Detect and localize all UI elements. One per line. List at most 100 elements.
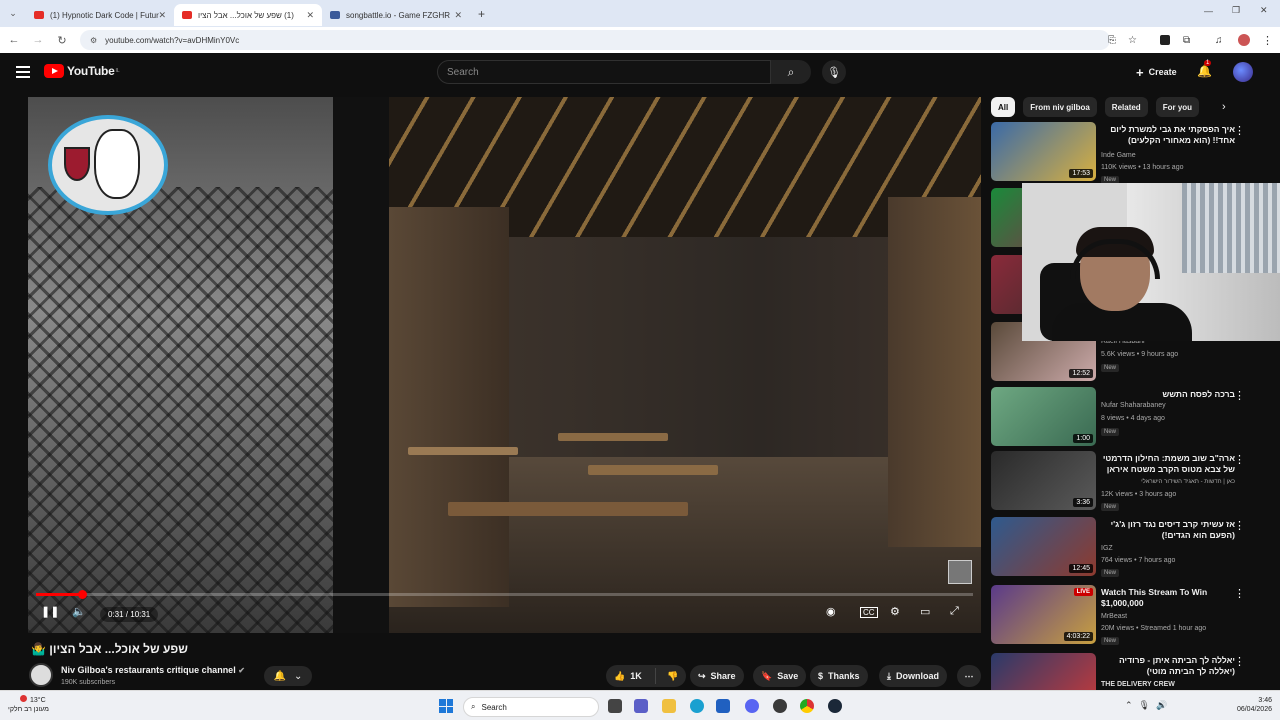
fullscreen-icon[interactable]: ⤢ [950,605,959,618]
account-avatar[interactable] [1233,62,1253,82]
recommendation-title[interactable]: ברכה לפסח התשש [1101,389,1235,400]
more-vertical-icon[interactable]: ⋮ [1234,519,1245,532]
recommendation-channel[interactable]: כאן | חדשות - תאגיד השידור הישראלי [1101,479,1235,485]
close-tab-icon[interactable]: ✕ [454,10,462,21]
chip-all[interactable]: All [991,97,1016,117]
search-button[interactable]: ⌕ [771,60,811,84]
reload-icon[interactable]: ↻ [50,34,74,47]
recommendation-title[interactable]: איך הפסקתי את גבי למשרת ליום אחד!! (הוא … [1101,124,1235,146]
browser-menu-icon[interactable]: ⋮ [1262,34,1273,47]
share-button[interactable]: ↪ Share [690,665,744,687]
video-thumbnail[interactable]: 17:53 [991,122,1096,181]
taskbar-clock[interactable]: 3:46 06/04/2026 [1228,696,1272,714]
more-actions-button[interactable]: ⋯ [957,665,981,687]
recommendation-channel[interactable]: Inde Game [1101,152,1136,159]
extension-icon[interactable] [1160,35,1170,45]
system-tray-icons[interactable]: ⌃🎙🔊 [1125,700,1173,711]
app-icon[interactable] [773,699,787,713]
windows-start-icon[interactable] [439,699,453,713]
chrome-icon[interactable] [800,699,814,713]
chevron-right-icon[interactable]: › [1222,101,1226,113]
recommendation-title[interactable]: Watch This Stream To Win $1,000,000 [1101,587,1235,609]
recommendation-title[interactable]: יאללה לך הביתה איתן - פרודיה (יאללה לך ה… [1101,655,1235,677]
back-icon[interactable]: ← [2,34,26,46]
store-icon[interactable] [716,699,730,713]
search-input[interactable]: Search [437,60,771,84]
thanks-button[interactable]: $ Thanks [810,665,868,687]
browser-tab-active[interactable]: (1) שפע של אוכל... אבל הציו ✕ [174,4,322,26]
install-icon[interactable]: ⎘ [1108,35,1116,46]
recommendation-item[interactable]: יאללה לך הביתה איתן - פרודיה (יאללה לך ה… [991,653,1280,690]
more-vertical-icon[interactable]: ⋮ [1234,389,1245,402]
browser-tab[interactable]: (1) Hypnotic Dark Code | Futur ✕ [26,4,174,26]
subscribed-notifications-button[interactable]: 🔔 ⌄ [264,666,312,686]
recommendation-channel[interactable]: IGZ [1101,545,1113,552]
profile-avatar-icon[interactable] [1238,34,1250,46]
tab-list-icon[interactable]: ⌄ [0,8,26,19]
captions-icon[interactable]: CC [860,607,878,618]
recommendation-channel[interactable]: Nufar Shaharabaney [1101,402,1166,409]
video-thumbnail[interactable]: 1:00 [991,387,1096,446]
download-button[interactable]: ⤓ Download [879,665,947,687]
extensions-puzzle-icon[interactable]: ⧉ [1183,35,1190,46]
address-bar[interactable]: ⚙ youtube.com/watch?v=avDHMinY0Vc [80,30,1110,50]
settings-gear-icon[interactable]: ⚙ [890,605,900,618]
recommendation-item[interactable]: LIVE 4:03:22 Watch This Stream To Win $1,… [991,585,1280,645]
close-tab-icon[interactable]: ✕ [158,10,166,21]
progress-bar[interactable] [36,590,973,599]
bookmark-star-icon[interactable]: ☆ [1128,35,1137,46]
edge-icon[interactable] [690,699,704,713]
video-thumbnail[interactable]: 3:36 [991,451,1096,510]
chip-from-channel[interactable]: From niv gilboa [1023,97,1097,117]
pause-icon[interactable]: ❚❚ [41,605,59,618]
youtube-logo[interactable]: YouTube IL [44,64,120,78]
recommendation-item[interactable]: 12:45 אז עשיתי קרב דיסים נגד רזון ג'ג'י … [991,517,1280,577]
site-info-icon[interactable]: ⚙ [90,36,97,45]
recommendation-title[interactable]: ארה"ב שוב משמת: החילון הדרמטי של צבא מטו… [1101,453,1235,475]
restore-icon[interactable]: ❐ [1232,5,1240,16]
save-button[interactable]: 🔖 Save [753,665,807,687]
dislike-button[interactable]: 👎 [661,671,678,682]
like-button[interactable]: 👍 1K [606,668,656,684]
create-button[interactable]: + Create [1130,62,1183,82]
close-window-icon[interactable]: ✕ [1260,5,1268,16]
chip-for-you[interactable]: For you [1155,97,1200,117]
volume-icon[interactable]: 🔈 [72,605,86,618]
minimize-icon[interactable]: — [1204,6,1213,16]
teams-icon[interactable] [634,699,648,713]
chip-related[interactable]: Related [1104,97,1148,117]
channel-avatar[interactable] [29,663,53,687]
file-explorer-icon[interactable] [662,699,676,713]
video-thumbnail[interactable]: 12:45 [991,517,1096,576]
weather-widget[interactable]: 13°C מעונן רב חלקי [8,695,49,714]
hamburger-menu-icon[interactable] [16,66,30,78]
video-thumbnail[interactable]: LIVE 4:03:22 [991,585,1096,644]
recommendation-item[interactable]: 1:00 ברכה לפסח התשש Nufar Shaharabaney 8… [991,387,1280,447]
scrubber-handle[interactable] [77,590,87,599]
notifications-button[interactable]: 🔔 1 [1197,60,1212,78]
taskbar-search[interactable]: ⌕ Search [463,697,599,717]
video-thumbnail[interactable] [991,653,1096,690]
recommendation-item[interactable]: 17:53 איך הפסקתי את גבי למשרת ליום אחד!!… [991,122,1280,184]
voice-search-button[interactable]: 🎙 [822,60,846,84]
more-vertical-icon[interactable]: ⋮ [1234,587,1245,600]
close-tab-icon[interactable]: ✕ [306,10,314,21]
channel-name[interactable]: Niv Gilboa's restaurants critique channe… [61,665,245,675]
autoplay-toggle-icon[interactable]: ◉ [826,605,836,618]
more-vertical-icon[interactable]: ⋮ [1234,124,1245,137]
recommendation-channel[interactable]: MrBeast [1101,613,1127,620]
new-tab-icon[interactable]: + [478,7,485,21]
recommendation-item[interactable]: 3:36 ארה"ב שוב משמת: החילון הדרמטי של צב… [991,451,1280,511]
forward-icon[interactable]: → [26,34,50,46]
task-view-icon[interactable] [608,699,622,713]
browser-tab[interactable]: songbattle.io - Game FZGHR ✕ [322,4,470,26]
media-control-icon[interactable]: ♫ [1215,35,1223,46]
recommendation-title[interactable]: אז עשיתי קרב דיסים נגד רזון ג'ג'י (הפעם … [1101,519,1235,541]
theater-mode-icon[interactable]: ▭ [920,605,930,618]
channel-watermark[interactable] [948,560,972,584]
more-vertical-icon[interactable]: ⋮ [1234,453,1245,466]
video-player[interactable]: ❚❚ 🔈 0:31 / 10:31 ◉ CC ⚙ ▭ ⤢ [28,97,981,633]
discord-icon[interactable] [745,699,759,713]
more-vertical-icon[interactable]: ⋮ [1234,655,1245,668]
steam-icon[interactable] [828,699,842,713]
